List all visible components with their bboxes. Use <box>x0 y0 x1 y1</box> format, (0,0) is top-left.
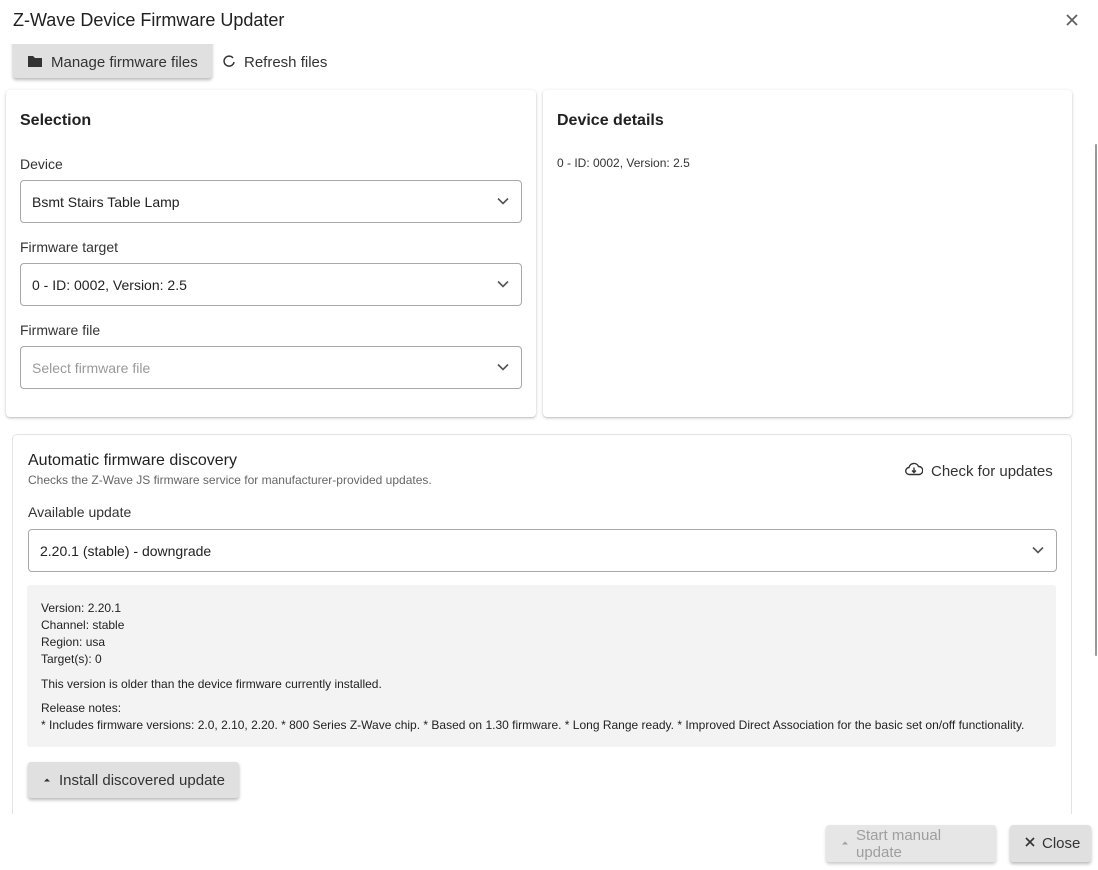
close-icon[interactable] <box>1062 10 1082 30</box>
firmware-file-placeholder: Select firmware file <box>32 359 151 376</box>
device-details-title: Device details <box>557 112 664 129</box>
folder-icon <box>27 54 43 72</box>
manage-firmware-files-label: Manage firmware files <box>51 54 198 71</box>
close-label: Close <box>1042 835 1081 852</box>
close-icon <box>1024 835 1036 852</box>
content-scrollbar[interactable] <box>1090 44 1098 814</box>
device-details-text: 0 - ID: 0002, Version: 2.5 <box>557 156 690 170</box>
device-label: Device <box>20 156 63 172</box>
upload-icon <box>840 835 850 852</box>
start-manual-update-label: Start manual update <box>856 826 942 861</box>
cloud-download-icon <box>905 462 924 480</box>
chevron-down-icon <box>497 363 509 371</box>
update-version: Version: 2.20.1 <box>41 601 122 615</box>
install-discovered-update-button[interactable]: Install discovered update <box>28 762 239 798</box>
downgrade-warning: This version is older than the device fi… <box>41 677 382 691</box>
selection-card: Selection Device Bsmt Stairs Table Lamp … <box>6 90 536 417</box>
device-select-value: Bsmt Stairs Table Lamp <box>32 193 180 210</box>
selection-title: Selection <box>20 112 92 129</box>
discovery-title: Automatic firmware discovery <box>28 452 237 469</box>
release-notes-text: * Includes firmware versions: 2.0, 2.10,… <box>41 718 1025 732</box>
refresh-files-label: Refresh files <box>244 54 328 71</box>
refresh-files-button[interactable]: Refresh files <box>222 44 327 78</box>
available-update-value: 2.20.1 (stable) - downgrade <box>40 542 212 559</box>
discovery-subtitle: Checks the Z-Wave JS firmware service fo… <box>28 473 432 487</box>
check-for-updates-button[interactable]: Check for updates <box>905 461 1053 481</box>
update-channel: Channel: stable <box>41 618 125 632</box>
dialog-title: Z-Wave Device Firmware Updater <box>13 10 285 30</box>
start-manual-update-button[interactable]: Start manual update <box>826 825 996 862</box>
chevron-down-icon <box>497 197 509 205</box>
firmware-file-select[interactable]: Select firmware file <box>20 346 522 389</box>
release-notes-label: Release notes: <box>41 701 122 715</box>
update-targets: Target(s): 0 <box>41 652 102 666</box>
check-for-updates-label: Check for updates <box>931 462 1053 480</box>
discovery-card: Automatic firmware discovery Checks the … <box>13 435 1071 814</box>
available-update-label: Available update <box>28 504 132 520</box>
dialog-titlebar: Z-Wave Device Firmware Updater <box>0 0 1098 44</box>
firmware-target-value: 0 - ID: 0002, Version: 2.5 <box>32 276 187 293</box>
refresh-icon <box>222 54 236 72</box>
install-discovered-update-label: Install discovered update <box>59 771 225 789</box>
firmware-target-select[interactable]: 0 - ID: 0002, Version: 2.5 <box>20 263 522 306</box>
manage-firmware-files-button[interactable]: Manage firmware files <box>13 44 212 78</box>
firmware-target-label: Firmware target <box>20 239 119 255</box>
device-details-card: Device details 0 - ID: 0002, Version: 2.… <box>543 90 1072 417</box>
firmware-file-label: Firmware file <box>20 322 101 338</box>
close-button[interactable]: Close <box>1010 825 1091 862</box>
dialog-content: Manage firmware files Refresh files Sele… <box>0 44 1090 814</box>
device-select[interactable]: Bsmt Stairs Table Lamp <box>20 180 522 223</box>
available-update-select[interactable]: 2.20.1 (stable) - downgrade <box>28 529 1057 572</box>
chevron-down-icon <box>497 280 509 288</box>
update-info-box: Version: 2.20.1 Channel: stable Region: … <box>27 585 1056 747</box>
upload-icon <box>42 772 52 789</box>
update-region: Region: usa <box>41 635 106 649</box>
chevron-down-icon <box>1032 546 1044 554</box>
